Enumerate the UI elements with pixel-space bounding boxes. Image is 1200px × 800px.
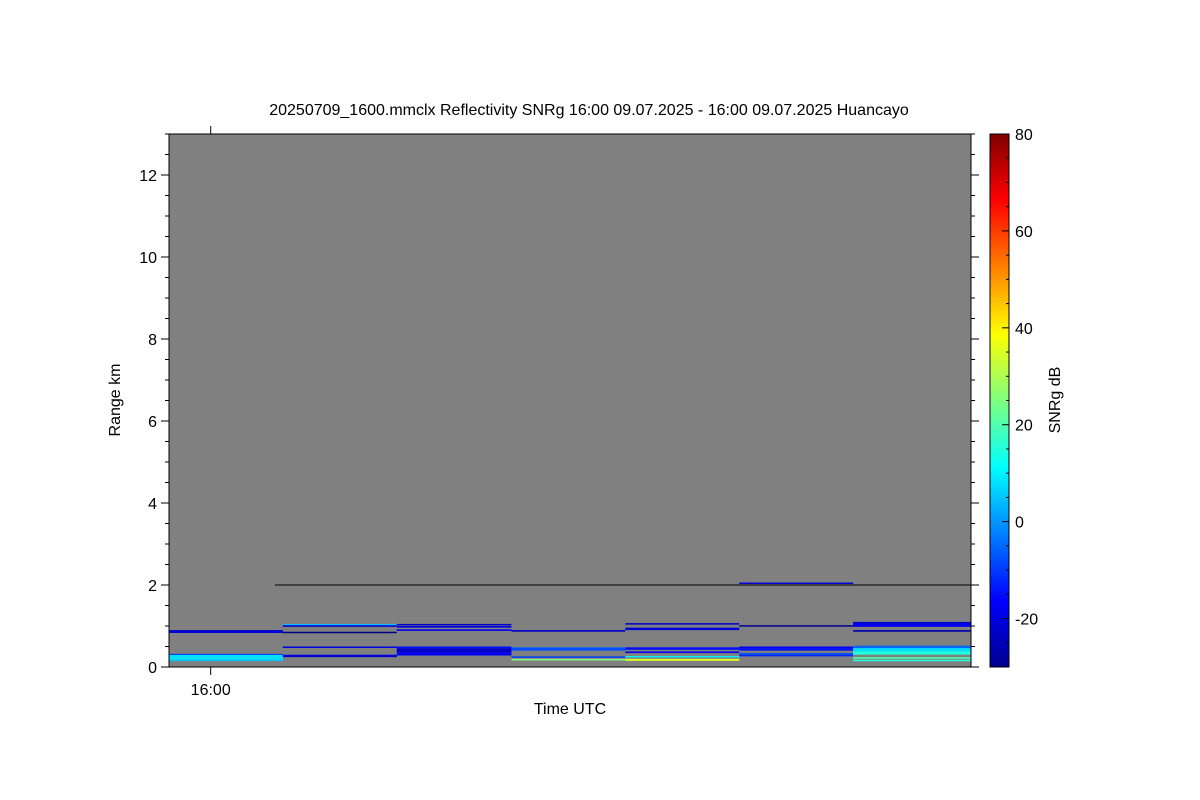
data-band [396,626,512,628]
data-band [625,623,740,625]
data-band [853,651,971,655]
x-axis-label: Time UTC [534,701,606,718]
data-band [169,659,283,662]
data-band [853,623,971,627]
y-tick-label: 8 [148,332,157,349]
colorbar-tick-label: 20 [1015,418,1033,435]
data-band [282,655,397,658]
y-tick-label: 4 [148,496,157,513]
y-tick-label: 10 [139,250,157,267]
y-tick-label: 2 [148,578,157,595]
colorbar-tick-label: 60 [1015,224,1033,241]
y-axis-label: Range km [107,364,124,437]
colorbar: -20 0 20 40 60 80 SNRg dB [989,127,1064,668]
data-band [511,648,626,651]
data-band [739,648,854,651]
data-band [853,645,971,649]
data-band [853,659,971,662]
data-band [625,658,740,661]
data-band [739,625,854,627]
data-band [169,630,283,633]
data-band [625,647,740,650]
data-band [169,654,283,660]
data-band [739,582,854,585]
colorbar-tick-label: 0 [1015,515,1024,532]
data-band [511,630,626,632]
data-band [625,627,740,631]
data-band [396,648,512,653]
x-tick-label: 16:00 [191,682,231,699]
data-band [625,655,740,658]
data-band [396,646,512,649]
data-band [396,629,512,631]
y-tick-label: 6 [148,414,157,431]
plot-area [168,133,972,668]
data-band [396,652,512,656]
data-band [396,623,512,626]
data-band [739,646,854,649]
data-band [853,621,971,624]
data-band [282,625,397,627]
colorbar-tick-label: 80 [1015,127,1033,144]
colorbar-tick-label: 40 [1015,321,1033,338]
data-band [853,630,971,632]
data-band [511,658,626,661]
plot-background [169,134,971,667]
data-band [282,646,397,648]
data-band [625,651,740,654]
data-band [739,653,854,655]
y-tick-label: 12 [139,168,157,185]
colorbar-tick-label: -20 [1015,612,1038,629]
data-band [511,656,626,658]
data-band [853,657,971,659]
y-tick-label: 0 [148,660,157,677]
colorbar-label: SNRg dB [1047,367,1064,434]
chart-title: 20250709_1600.mmclx Reflectivity SNRg 16… [269,102,909,119]
chart: 20250709_1600.mmclx Reflectivity SNRg 16… [107,102,1064,718]
data-band [739,654,854,657]
data-band [282,631,397,634]
data-band [853,648,971,652]
